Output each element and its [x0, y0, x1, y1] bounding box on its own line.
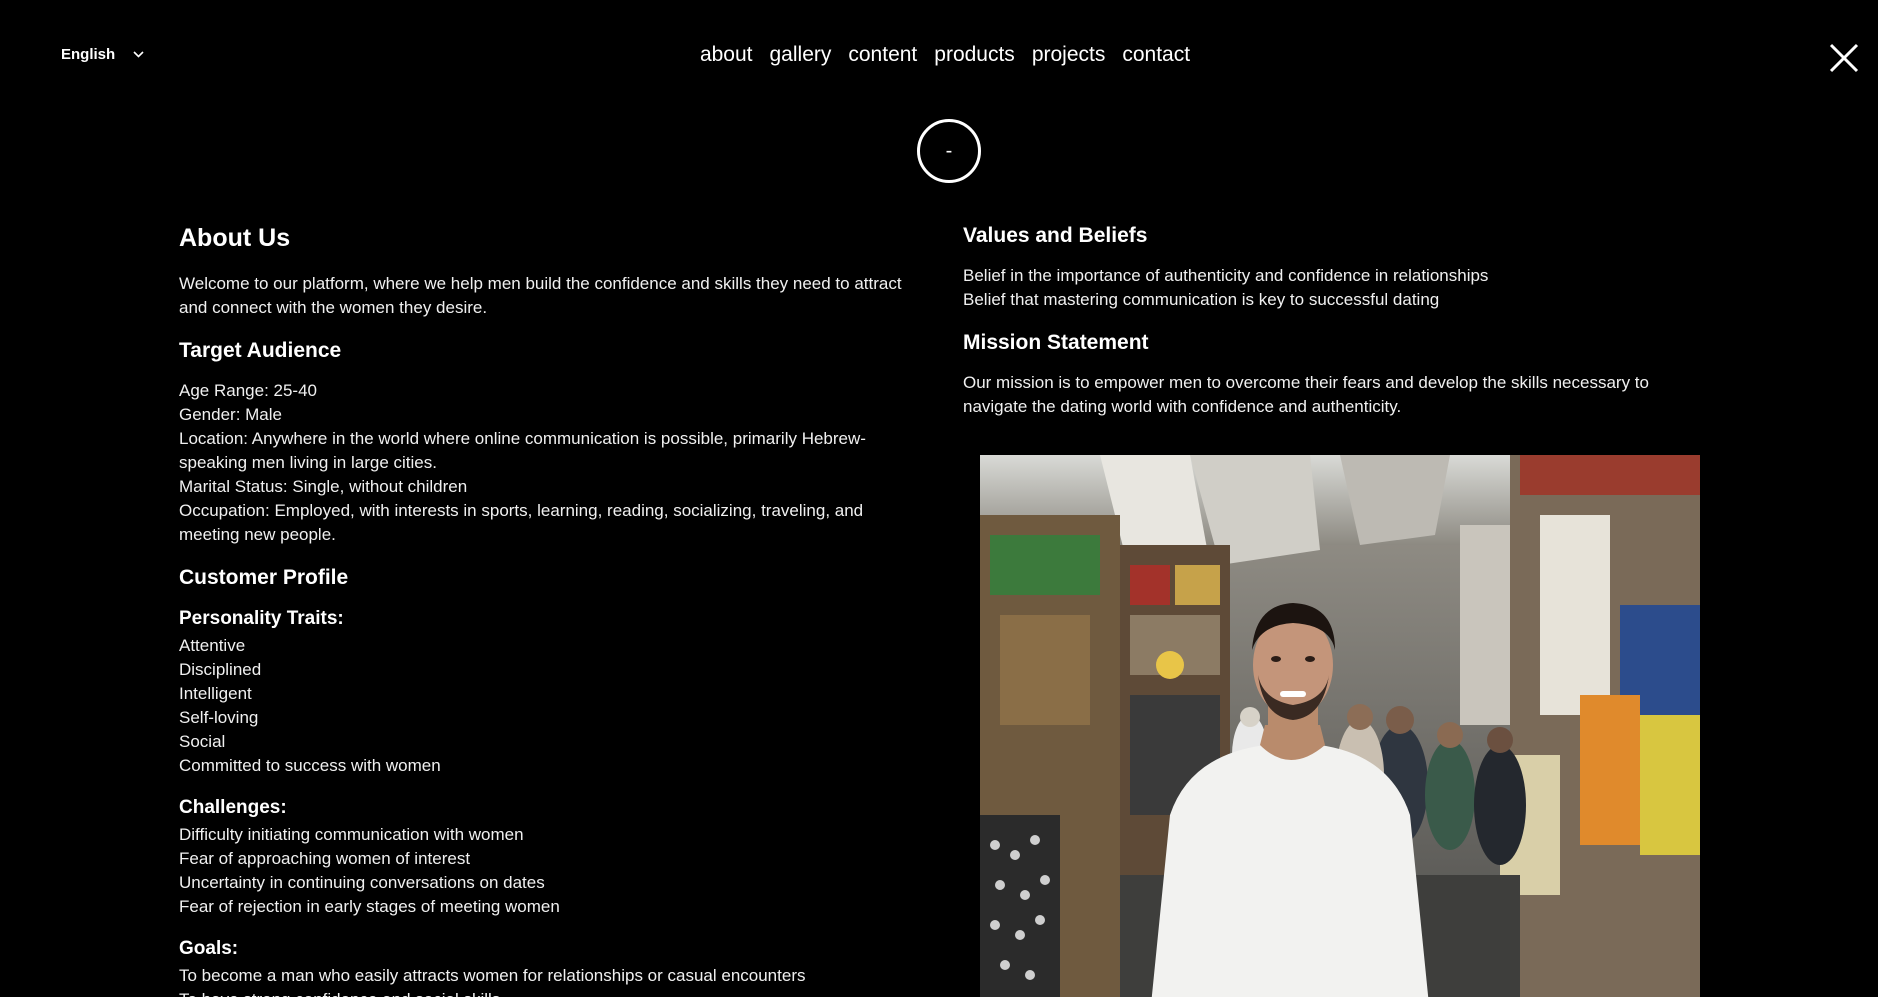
audience-line: Location: Anywhere in the world where on… — [179, 429, 866, 472]
list-item: Attentive — [179, 636, 246, 655]
nav-link-contact[interactable]: contact — [1122, 43, 1190, 67]
mission-title: Mission Statement — [963, 331, 1149, 354]
logo[interactable]: - — [917, 119, 981, 183]
personality-traits-list: Attentive Disciplined Intelligent Self-l… — [179, 634, 919, 778]
list-item: Social — [179, 732, 226, 751]
nav-link-products[interactable]: products — [934, 43, 1015, 67]
list-item: To have strong confidence and social ski… — [179, 988, 919, 997]
list-item: Belief that mastering communication is k… — [963, 290, 1440, 309]
list-item: Uncertainty in continuing conversations … — [179, 873, 545, 892]
challenges-title: Challenges: — [179, 797, 287, 818]
about-title: About Us — [179, 224, 291, 252]
page: English about gallery content products p… — [0, 0, 1878, 997]
nav-link-content[interactable]: content — [848, 43, 917, 67]
goals-list: To become a man who easily attracts wome… — [179, 964, 919, 997]
logo-text: - — [945, 140, 953, 162]
goals-title: Goals: — [179, 938, 239, 959]
audience-line: Marital Status: Single, without children — [179, 477, 468, 496]
target-audience-list: Age Range: 25-40 Gender: Male Location: … — [179, 379, 919, 547]
list-item: Disciplined — [179, 660, 262, 679]
values-title: Values and Beliefs — [963, 224, 1148, 247]
close-button[interactable] — [1829, 43, 1859, 73]
challenges-list: Difficulty initiating communication with… — [179, 823, 919, 919]
list-item: Difficulty initiating communication with… — [179, 825, 524, 844]
personality-traits-title: Personality Traits: — [179, 608, 344, 629]
list-item: Self-loving — [179, 708, 259, 727]
left-column: About Us Welcome to our platform, where … — [179, 222, 919, 997]
audience-line: Gender: Male — [179, 405, 282, 424]
list-item: Intelligent — [179, 684, 252, 703]
right-column: Values and Beliefs Belief in the importa… — [963, 222, 1703, 436]
audience-line: Age Range: 25-40 — [179, 381, 317, 400]
list-item: Belief in the importance of authenticity… — [963, 266, 1489, 285]
nav-link-gallery[interactable]: gallery — [770, 43, 832, 67]
nav-link-about[interactable]: about — [700, 43, 753, 67]
about-intro: Welcome to our platform, where we help m… — [179, 274, 902, 317]
list-item: Fear of rejection in early stages of mee… — [179, 897, 560, 916]
list-item: Committed to success with women — [179, 756, 441, 775]
profile-photo — [980, 455, 1700, 997]
audience-line: Occupation: Employed, with interests in … — [179, 501, 864, 544]
mission-text: Our mission is to empower men to overcom… — [963, 373, 1649, 416]
list-item: To become a man who easily attracts wome… — [179, 966, 806, 985]
main-nav: about gallery content products projects … — [0, 43, 1878, 67]
nav-link-projects[interactable]: projects — [1032, 43, 1106, 67]
photo-image — [980, 455, 1700, 997]
list-item: Fear of approaching women of interest — [179, 849, 471, 868]
target-audience-title: Target Audience — [179, 339, 342, 362]
values-list: Belief in the importance of authenticity… — [963, 264, 1703, 312]
customer-profile-title: Customer Profile — [179, 566, 349, 589]
close-icon — [1829, 43, 1859, 73]
